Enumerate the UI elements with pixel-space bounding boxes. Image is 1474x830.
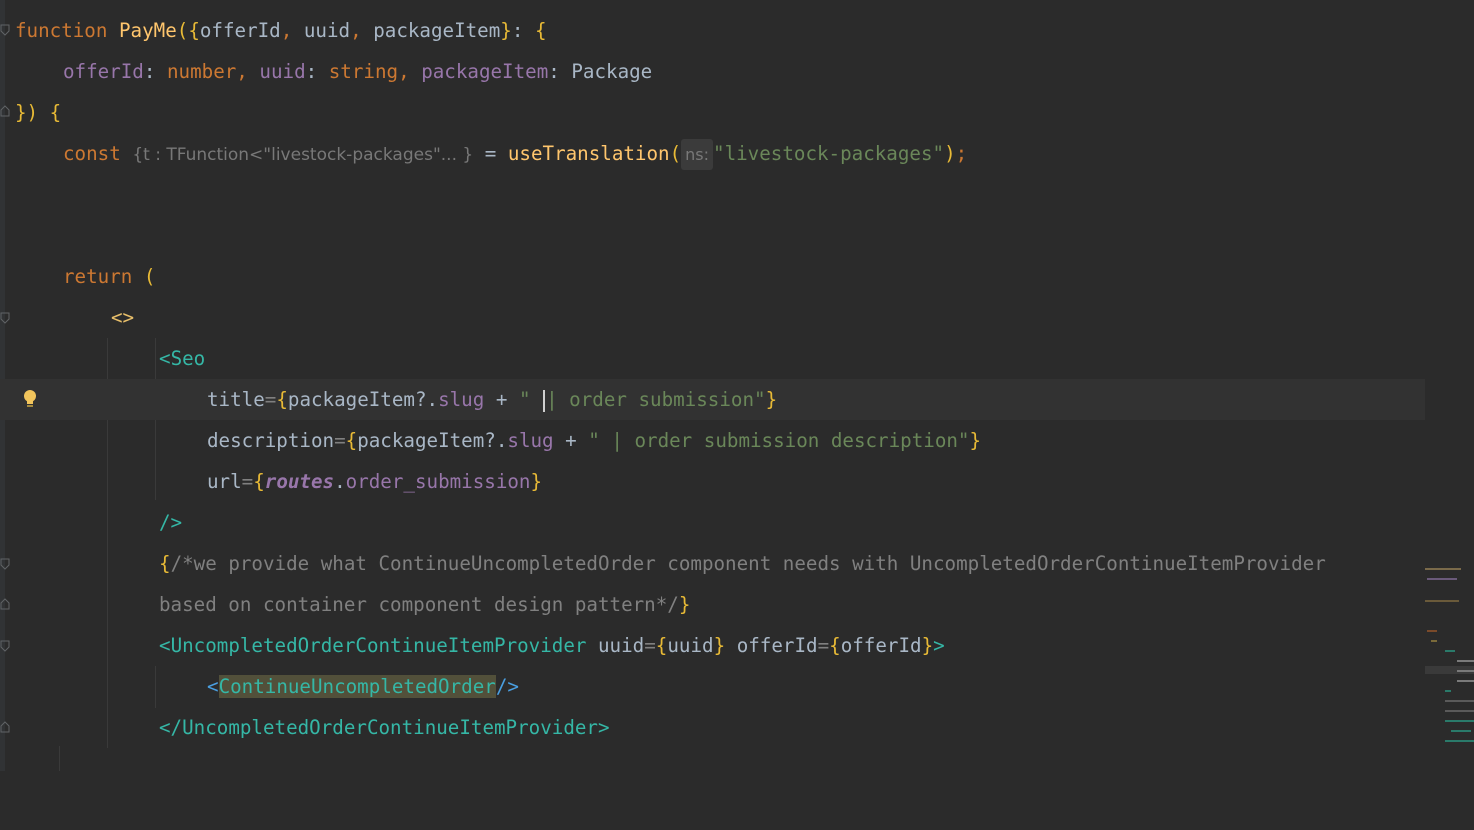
lightbulb-icon[interactable] xyxy=(22,389,38,409)
code-line[interactable]: <UncompletedOrderContinueItemProvider uu… xyxy=(0,625,1425,666)
code-line[interactable]: return ( xyxy=(0,256,1425,297)
code-line[interactable]: const {t : TFunction<"livestock-packages… xyxy=(0,133,1425,174)
jsx-tag-highlighted: ContinueUncompletedOrder xyxy=(218,675,496,698)
comment: based on container component design patt… xyxy=(159,593,679,616)
inlay-type-hint: {t : TFunction<"livestock-packages"... } xyxy=(132,145,474,165)
function-name: PayMe xyxy=(118,19,177,42)
code-line[interactable]: <ContinueUncompletedOrder/> xyxy=(0,666,1425,707)
jsx-tag: UncompletedOrderContinueItemProvider xyxy=(182,716,598,739)
comment: /*we provide what ContinueUncompletedOrd… xyxy=(170,552,1326,575)
code-line[interactable]: }) { xyxy=(0,92,1425,133)
code-line[interactable]: url={routes.order_submission} xyxy=(0,461,1425,502)
code-line[interactable]: <> xyxy=(0,297,1425,338)
indent-guide xyxy=(59,746,60,771)
fold-icon[interactable] xyxy=(0,312,10,324)
code-line[interactable]: </UncompletedOrderContinueItemProvider> xyxy=(0,707,1425,748)
parameter-hint: ns: xyxy=(681,139,714,170)
fold-icon[interactable] xyxy=(0,640,10,652)
jsx-tag: UncompletedOrderContinueItemProvider xyxy=(170,634,587,657)
text-caret xyxy=(543,389,546,412)
code-line[interactable]: <Seo xyxy=(0,338,1425,379)
code-line[interactable]: based on container component design patt… xyxy=(0,584,1425,625)
keyword: function xyxy=(15,19,108,42)
fold-icon[interactable] xyxy=(0,105,10,117)
jsx-tag: Seo xyxy=(170,347,206,370)
code-line[interactable]: /> xyxy=(0,502,1425,543)
code-line[interactable]: description={packageItem?.slug + " | ord… xyxy=(0,420,1425,461)
fold-icon[interactable] xyxy=(0,24,10,36)
fold-icon[interactable] xyxy=(0,558,10,570)
jsx-fragment: <> xyxy=(111,306,135,329)
fold-icon[interactable] xyxy=(0,721,10,733)
code-editor[interactable]: function PayMe({offerId, uuid, packageIt… xyxy=(0,0,1425,771)
code-line-current[interactable]: title={packageItem?.slug + " | order sub… xyxy=(0,379,1425,420)
fold-icon[interactable] xyxy=(0,598,10,610)
code-line[interactable]: {/*we provide what ContinueUncompletedOr… xyxy=(0,543,1425,584)
code-line[interactable]: function PayMe({offerId, uuid, packageIt… xyxy=(0,10,1425,51)
minimap[interactable] xyxy=(1425,560,1474,750)
code-line[interactable]: offerId: number, uuid: string, packageIt… xyxy=(0,51,1425,92)
